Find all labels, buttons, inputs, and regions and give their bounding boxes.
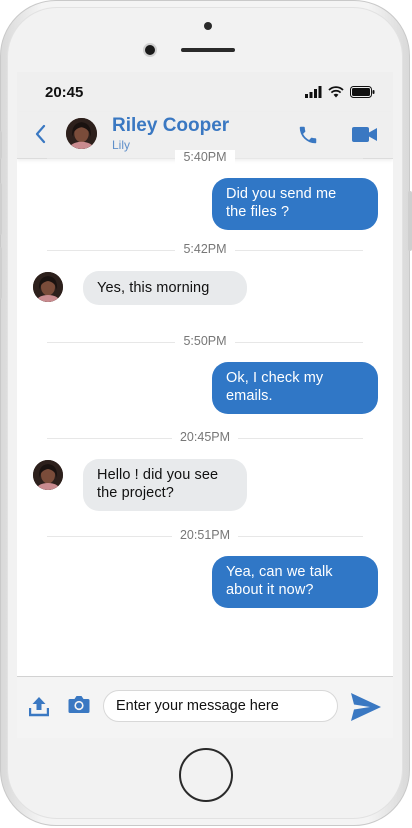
incoming-message[interactable]: Hello ! did you see the project? — [83, 459, 247, 511]
message-line: emails. — [226, 388, 273, 404]
upload-icon[interactable] — [29, 695, 49, 717]
outgoing-message[interactable]: Did you send me the files ? — [212, 178, 378, 230]
message-line: the files ? — [226, 204, 290, 220]
timestamp-label: 5:42PM — [175, 242, 235, 256]
status-icons — [305, 86, 375, 98]
send-icon[interactable] — [351, 693, 381, 721]
sender-avatar[interactable] — [33, 272, 63, 302]
phone-icon[interactable] — [297, 124, 319, 146]
timestamp-label: 5:40PM — [175, 150, 235, 164]
message-line: about it now? — [226, 582, 314, 598]
status-bar: 20:45 — [17, 72, 393, 112]
proximity-sensor — [204, 22, 212, 30]
outgoing-message[interactable]: Yea, can we talk about it now? — [212, 556, 378, 608]
timestamp-label: 5:50PM — [175, 334, 235, 348]
chevron-left-icon[interactable] — [33, 122, 49, 146]
timestamp-label: 20:51PM — [171, 528, 239, 542]
chat-screen: 20:45 Riley Cooper Lily 5:40PM Did you s… — [17, 72, 393, 738]
timestamp-divider: 5:42PM — [47, 242, 363, 256]
status-time: 20:45 — [45, 84, 84, 101]
sender-avatar[interactable] — [33, 460, 63, 490]
timestamp-divider: 20:45PM — [47, 430, 363, 444]
timestamp-divider: 5:40PM — [47, 150, 363, 164]
power-button — [408, 191, 412, 251]
incoming-message[interactable]: Yes, this morning — [83, 271, 247, 305]
timestamp-divider: 20:51PM — [47, 528, 363, 542]
message-line: Hello ! did you see — [97, 467, 219, 483]
message-line: Yea, can we talk — [226, 564, 333, 580]
outgoing-message[interactable]: Ok, I check my emails. — [212, 362, 378, 414]
mute-switch — [0, 131, 2, 159]
video-camera-icon[interactable] — [352, 126, 377, 143]
message-line: Did you send me — [226, 186, 337, 202]
message-line: Ok, I check my — [226, 370, 324, 386]
timestamp-divider: 5:50PM — [47, 334, 363, 348]
contact-avatar[interactable] — [66, 118, 97, 149]
signal-icon — [305, 86, 322, 98]
message-line: the project? — [97, 485, 174, 501]
front-camera — [143, 43, 157, 57]
timestamp-label: 20:45PM — [171, 430, 239, 444]
message-list[interactable]: 5:40PM Did you send me the files ? 5:42PM Ye… — [17, 150, 393, 676]
volume-up-button — [0, 183, 2, 235]
composer-bar — [17, 676, 393, 738]
wifi-icon — [328, 86, 344, 98]
contact-name: Riley Cooper — [112, 115, 230, 136]
home-button[interactable] — [179, 748, 233, 802]
battery-icon — [350, 86, 375, 98]
earpiece-speaker — [181, 48, 235, 52]
camera-icon[interactable] — [68, 695, 90, 714]
message-input[interactable] — [103, 690, 338, 722]
volume-down-button — [0, 247, 2, 299]
message-line: Yes, this morning — [97, 280, 210, 296]
